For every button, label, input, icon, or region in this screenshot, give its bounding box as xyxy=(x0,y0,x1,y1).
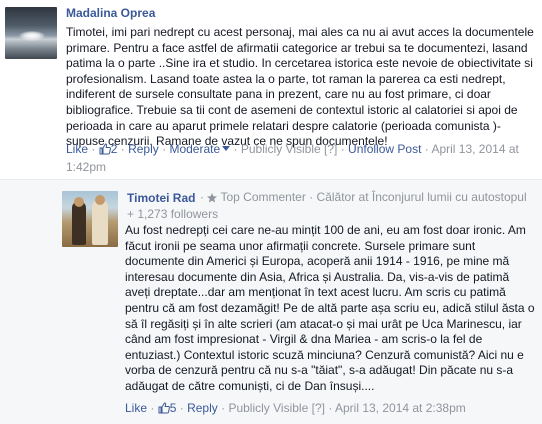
reply-comment: Timotei Rad · Top Commenter · Călător at… xyxy=(0,179,542,424)
like-count[interactable]: 2 xyxy=(111,142,118,156)
reply-link[interactable]: Reply xyxy=(128,142,159,156)
thumbs-up-icon xyxy=(158,401,170,419)
visibility-label: Publicly Visible xyxy=(240,142,321,156)
reply-link[interactable]: Reply xyxy=(187,401,218,415)
help-link[interactable]: [?] xyxy=(312,401,325,415)
comment-text: Timotei, imi pari nedrept cu acest perso… xyxy=(66,25,534,149)
author-affiliation[interactable]: Călător at Înconjurul lumii cu autostopu… xyxy=(317,190,527,204)
like-count[interactable]: 5 xyxy=(170,401,177,415)
avatar[interactable] xyxy=(5,7,57,59)
avatar-photo-detail xyxy=(74,197,84,207)
top-commenter-badge-icon xyxy=(207,192,218,206)
author-meta: · Top Commenter · Călător at Înconjurul … xyxy=(200,190,527,206)
like-link[interactable]: Like xyxy=(125,401,147,415)
comment: Madalina Oprea Timotei, imi pari nedrept… xyxy=(0,0,542,179)
timestamp-link[interactable]: April 13, 2014 at xyxy=(431,142,518,156)
help-link[interactable]: [?] xyxy=(324,142,337,156)
avatar-photo-detail xyxy=(19,31,45,41)
avatar-photo-detail xyxy=(92,199,108,245)
avatar[interactable] xyxy=(62,191,118,247)
avatar-photo-detail xyxy=(95,195,105,205)
comment-actions: Like · 2 · Reply · Moderate · Publicly V… xyxy=(66,140,519,160)
like-link[interactable]: Like xyxy=(66,142,88,156)
followers-label[interactable]: 1,273 followers xyxy=(137,207,218,221)
comment-text: Au fost nedrepți cei care ne-au mințit 1… xyxy=(125,223,535,393)
unfollow-post-link[interactable]: Unfollow Post xyxy=(348,142,421,156)
moderate-dropdown[interactable]: Moderate xyxy=(169,142,231,156)
comment-timestamp-continued: 1:42pm xyxy=(66,158,106,176)
visibility-label: Publicly Visible xyxy=(228,401,309,415)
chevron-down-icon xyxy=(222,146,231,151)
timestamp-link-continued[interactable]: 1:42pm xyxy=(66,160,106,174)
top-commenter-badge: Top Commenter xyxy=(220,190,306,204)
timestamp-link[interactable]: April 13, 2014 at 2:38pm xyxy=(335,401,466,415)
comment-author[interactable]: Madalina Oprea xyxy=(66,6,155,20)
followers-count: + 1,273 followers xyxy=(127,207,218,221)
plus-icon: + xyxy=(127,207,135,221)
avatar-photo-detail xyxy=(72,201,86,245)
comment-author[interactable]: Timotei Rad xyxy=(127,191,195,205)
moderate-label: Moderate xyxy=(169,142,221,156)
comment-actions: Like · 5 · Reply · Publicly Visible [?] … xyxy=(125,399,466,419)
